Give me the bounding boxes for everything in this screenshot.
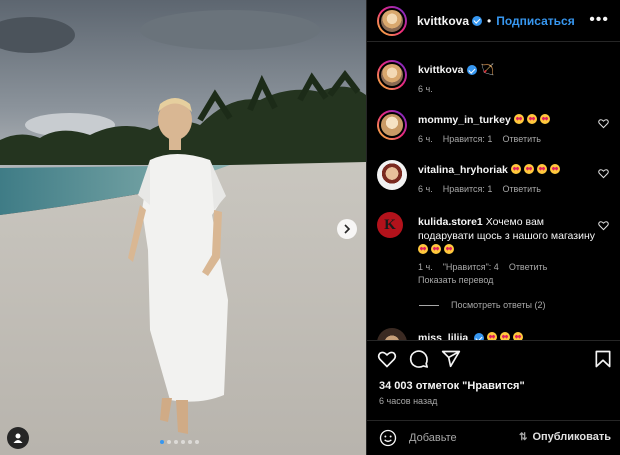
post-panel: kvittkova • Подписаться ••• kvittkova 🏹 6… xyxy=(366,0,620,455)
next-arrow-icon xyxy=(344,224,351,234)
verified-icon xyxy=(474,333,485,340)
carousel-dot xyxy=(188,440,192,444)
caption-meta: 6 ч. xyxy=(418,84,443,94)
follow-button[interactable]: Подписаться xyxy=(496,14,574,28)
more-icon[interactable]: ••• xyxy=(589,12,609,28)
bookmark-icon[interactable] xyxy=(593,349,613,369)
comment-meta: 6 ч. Нравится: 1 Ответить xyxy=(418,184,551,194)
carousel-dot xyxy=(160,440,164,444)
publish-label: Опубликовать xyxy=(532,431,611,443)
carousel-dot xyxy=(174,440,178,444)
heart-eyes-emoji xyxy=(444,244,454,254)
caption-text: kvittkova 🏹 xyxy=(418,63,598,77)
comment-meta: 1 ч. "Нравится": 4 Ответить xyxy=(418,262,557,272)
publish-button[interactable]: ⇅ Опубликовать xyxy=(519,431,611,443)
comment-time: 1 ч. xyxy=(418,262,433,272)
heart-eyes-emoji xyxy=(526,114,537,124)
carousel-dots xyxy=(160,440,199,444)
heart-eyes-emoji xyxy=(536,164,547,174)
commenter-avatar[interactable]: K xyxy=(377,212,407,242)
heart-icon[interactable] xyxy=(598,168,609,179)
comments-list[interactable]: kvittkova 🏹 6 ч. mommy_in_turkey 6 ч. Нрав… xyxy=(367,42,620,340)
heart-eyes-emoji xyxy=(418,244,428,254)
comment-composer: ⇅ Опубликовать xyxy=(367,420,620,455)
carousel-dot xyxy=(195,440,199,444)
commenter-avatar[interactable] xyxy=(377,328,407,340)
commenter-username[interactable]: vitalina_hryhoriak xyxy=(418,164,508,176)
heart-eyes-emoji xyxy=(549,164,560,174)
comment-likes[interactable]: "Нравится": 4 xyxy=(443,262,499,272)
comment-text: kulida.store1 Хочемо вам подарувати щось… xyxy=(418,215,598,257)
user-tag-icon xyxy=(13,433,23,443)
author-avatar[interactable] xyxy=(377,5,407,36)
separator-dot: • xyxy=(487,13,492,28)
reply-button[interactable]: Ответить xyxy=(509,262,547,272)
heart-eyes-emoji xyxy=(510,164,521,174)
likes-count[interactable]: 34 003 отметок "Нравится" xyxy=(379,380,525,392)
commenter-username[interactable]: mommy_in_turkey xyxy=(418,114,511,126)
comment-text: vitalina_hryhoriak xyxy=(418,163,598,177)
comment-meta: 6 ч. Нравится: 1 Ответить xyxy=(418,134,551,144)
heart-icon[interactable] xyxy=(598,118,609,129)
carousel-dot xyxy=(167,440,171,444)
view-replies-button[interactable]: Посмотреть ответы (2) xyxy=(419,300,546,310)
sort-icon: ⇅ xyxy=(519,431,528,443)
comment-likes[interactable]: Нравится: 1 xyxy=(443,134,493,144)
commenter-username[interactable]: kulida.store1 xyxy=(418,216,483,228)
commenter-username[interactable]: miss_lilija xyxy=(418,332,468,340)
caption-username[interactable]: kvittkova xyxy=(418,64,464,76)
beach-photo xyxy=(0,0,366,455)
commenter-avatar[interactable] xyxy=(377,160,407,190)
caption-emoji: 🏹 xyxy=(480,64,495,76)
action-bar xyxy=(367,340,620,376)
heart-eyes-emoji xyxy=(539,114,550,124)
user-tag-button[interactable] xyxy=(7,427,29,449)
commenter-avatar[interactable] xyxy=(377,110,407,140)
heart-eyes-emoji xyxy=(523,164,534,174)
heart-icon[interactable] xyxy=(598,220,609,231)
replies-divider xyxy=(419,304,439,306)
share-icon[interactable] xyxy=(441,349,461,369)
reply-button[interactable]: Ответить xyxy=(502,134,540,144)
view-replies-label: Посмотреть ответы (2) xyxy=(451,300,546,310)
store-logo-icon: K xyxy=(377,212,403,238)
comment-time: 6 ч. xyxy=(418,134,433,144)
comment-likes[interactable]: Нравится: 1 xyxy=(443,184,493,194)
verified-icon xyxy=(466,65,477,76)
post-header: kvittkova • Подписаться ••• xyxy=(367,0,620,42)
author-username[interactable]: kvittkova xyxy=(417,14,469,28)
comment-time: 6 ч. xyxy=(418,184,433,194)
next-slide-button[interactable] xyxy=(337,219,357,239)
translate-link[interactable]: Показать перевод xyxy=(418,275,493,285)
heart-eyes-emoji xyxy=(487,332,498,340)
caption-time: 6 ч. xyxy=(418,84,433,94)
author-avatar[interactable] xyxy=(377,60,407,90)
heart-eyes-emoji xyxy=(513,114,524,124)
heart-eyes-emoji xyxy=(500,332,511,340)
post-time: 6 часов назад xyxy=(379,396,438,406)
verified-icon xyxy=(472,15,483,26)
heart-icon[interactable] xyxy=(377,349,397,369)
smile-icon[interactable] xyxy=(379,429,397,447)
post-photo[interactable] xyxy=(0,0,366,455)
heart-eyes-emoji xyxy=(513,332,524,340)
comment-text: miss_lilija xyxy=(418,331,598,340)
reply-button[interactable]: Ответить xyxy=(502,184,540,194)
carousel-dot xyxy=(181,440,185,444)
comment-input[interactable] xyxy=(409,432,509,444)
comment-icon[interactable] xyxy=(409,349,429,369)
heart-eyes-emoji xyxy=(431,244,441,254)
comment-text: mommy_in_turkey xyxy=(418,113,598,127)
